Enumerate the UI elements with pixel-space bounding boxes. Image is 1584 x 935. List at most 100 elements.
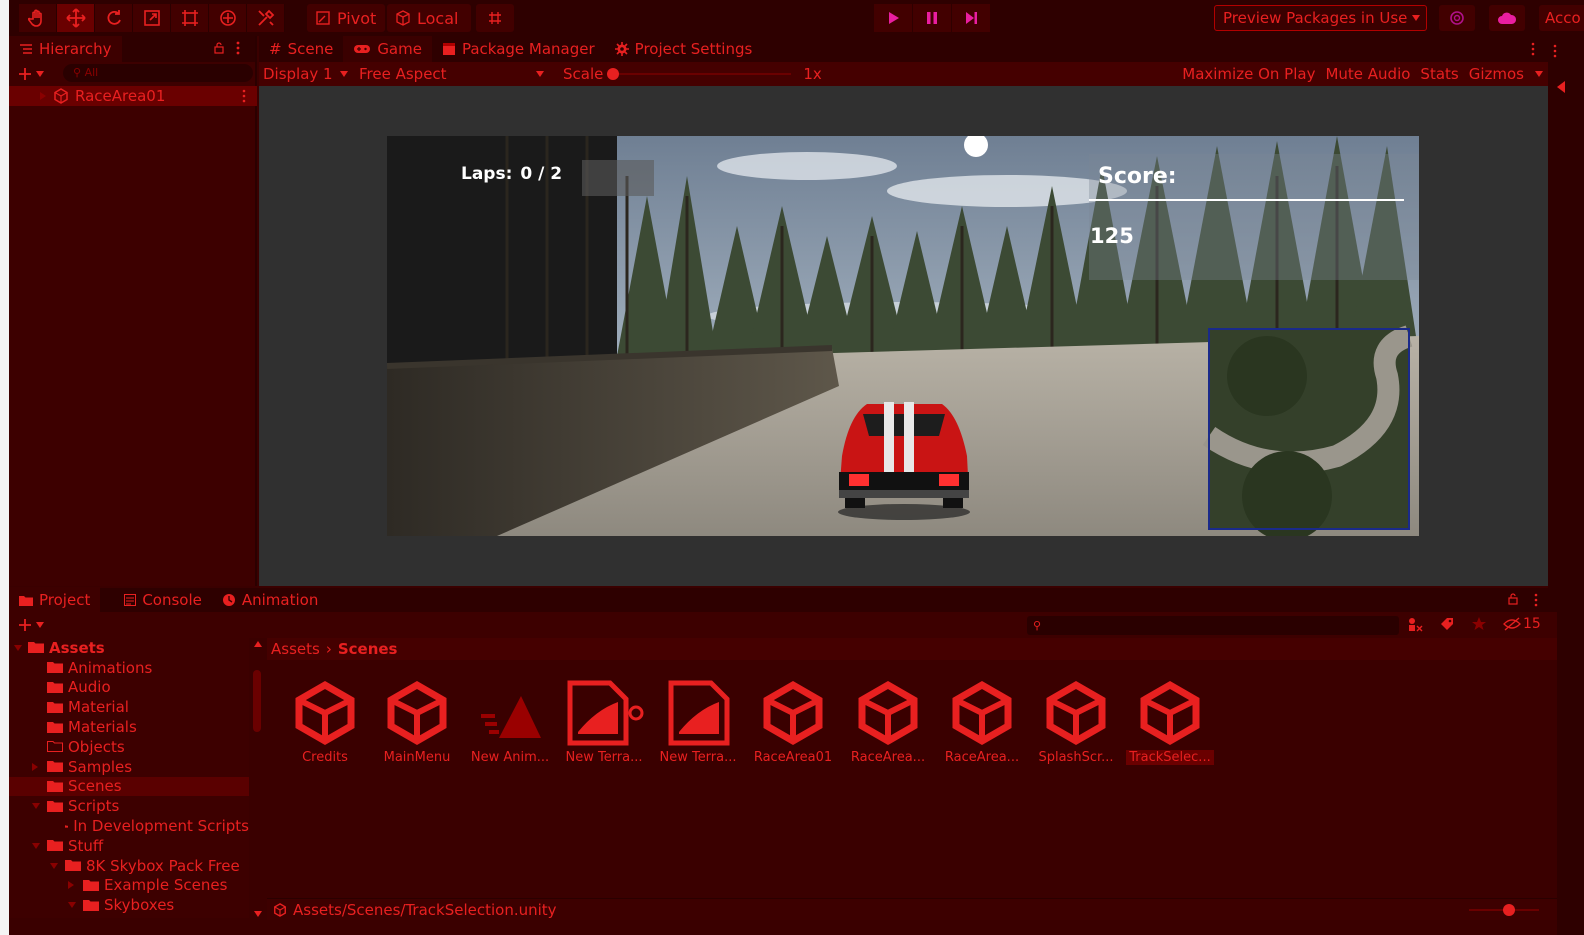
move-tool-button[interactable] bbox=[57, 4, 95, 32]
expand-arrow-icon[interactable] bbox=[31, 842, 41, 850]
tab-project-settings[interactable]: Project Settings bbox=[605, 36, 763, 62]
tree-item-scenes[interactable]: Scenes bbox=[9, 776, 249, 797]
rotate-tool-button[interactable] bbox=[95, 4, 133, 32]
tree-item-scripts[interactable]: Scripts bbox=[9, 796, 249, 816]
chevron-down-icon[interactable] bbox=[1534, 70, 1544, 78]
hierarchy-item-scene[interactable]: RaceArea01 bbox=[9, 86, 257, 106]
tree-item-assets[interactable]: Assets bbox=[9, 638, 249, 658]
pause-button[interactable] bbox=[913, 4, 951, 32]
asset-item[interactable]: RaceArea... bbox=[843, 680, 933, 765]
tree-item-in-development-scripts[interactable]: In Development Scripts bbox=[9, 816, 249, 836]
tree-item-stuff[interactable]: Stuff bbox=[9, 836, 249, 856]
game-view-panel: # Scene Game Package Manager Project Set… bbox=[259, 36, 1548, 586]
game-render[interactable]: Laps: 0 / 2 Score: 125 bbox=[387, 136, 1419, 536]
label-tag-icon[interactable] bbox=[1439, 616, 1455, 632]
account-dropdown[interactable]: Acco bbox=[1539, 5, 1584, 31]
tree-item-8k-skybox-pack[interactable]: 8K Skybox Pack Free bbox=[9, 856, 249, 876]
search-by-type-icon[interactable] bbox=[1407, 616, 1423, 632]
tree-scrollbar[interactable] bbox=[251, 640, 265, 920]
expand-arrow-icon[interactable] bbox=[31, 762, 39, 772]
tree-item-objects[interactable]: Objects bbox=[9, 737, 249, 757]
breadcrumb-assets[interactable]: Assets bbox=[271, 640, 320, 658]
project-search-input[interactable]: ⚲ bbox=[1027, 616, 1399, 635]
asset-item[interactable]: RaceArea01 bbox=[748, 680, 838, 765]
tree-item-example-scenes[interactable]: Example Scenes bbox=[9, 876, 249, 896]
kebab-menu-icon[interactable] bbox=[1552, 44, 1558, 58]
scroll-up-icon[interactable] bbox=[253, 640, 263, 648]
stats-toggle[interactable]: Stats bbox=[1420, 65, 1458, 83]
tab-hierarchy[interactable]: Hierarchy bbox=[9, 36, 122, 62]
play-button[interactable] bbox=[874, 4, 912, 32]
asset-item[interactable]: SplashScr... bbox=[1031, 680, 1121, 765]
hand-tool-button[interactable] bbox=[19, 4, 57, 32]
rect-transform-icon bbox=[181, 10, 198, 26]
expand-arrow-icon[interactable] bbox=[67, 880, 75, 890]
tab-package-manager[interactable]: Package Manager bbox=[432, 36, 605, 62]
tree-item-animations[interactable]: Animations bbox=[9, 658, 249, 678]
custom-tool-button[interactable] bbox=[247, 4, 285, 32]
tree-item-material[interactable]: Material bbox=[9, 697, 249, 717]
expand-arrow-icon[interactable] bbox=[9, 91, 53, 101]
tab-console[interactable]: Console bbox=[114, 587, 212, 613]
folder-icon bbox=[47, 761, 63, 773]
hierarchy-search-input[interactable]: ⚲ All bbox=[63, 64, 253, 82]
collab-button[interactable] bbox=[1439, 5, 1475, 31]
scale-tool-button[interactable] bbox=[133, 4, 171, 32]
asset-item[interactable]: New Anim... bbox=[465, 680, 555, 765]
asset-item-selected[interactable]: TrackSelec... bbox=[1125, 680, 1215, 765]
lock-icon[interactable] bbox=[1507, 593, 1519, 605]
tab-scene[interactable]: # Scene bbox=[259, 36, 343, 62]
kebab-menu-icon[interactable] bbox=[1533, 593, 1539, 607]
expand-arrow-icon[interactable] bbox=[49, 862, 59, 870]
aspect-dropdown[interactable]: Free Aspect bbox=[359, 65, 551, 83]
expand-arrow-icon[interactable] bbox=[67, 901, 77, 909]
slider-thumb[interactable] bbox=[607, 68, 620, 80]
transform-tool-button[interactable] bbox=[209, 4, 247, 32]
slider-thumb[interactable] bbox=[1503, 903, 1515, 916]
star-icon[interactable] bbox=[1471, 616, 1487, 632]
expand-arrow-icon[interactable] bbox=[13, 644, 23, 652]
grid-snap-button[interactable] bbox=[476, 4, 514, 32]
local-toggle[interactable]: Local bbox=[387, 4, 471, 32]
kebab-menu-icon[interactable] bbox=[1530, 42, 1536, 56]
asset-item[interactable]: Credits bbox=[280, 680, 370, 765]
cloud-button[interactable] bbox=[1489, 5, 1525, 31]
tree-item-samples[interactable]: Samples bbox=[9, 757, 249, 777]
tab-project[interactable]: Project bbox=[9, 587, 101, 613]
tab-game[interactable]: Game bbox=[343, 36, 432, 62]
scale-slider[interactable] bbox=[607, 67, 799, 81]
tree-label: Audio bbox=[68, 678, 111, 697]
scale-icon bbox=[143, 10, 160, 26]
pivot-toggle[interactable]: Pivot bbox=[307, 4, 385, 32]
preview-packages-dropdown[interactable]: Preview Packages in Use bbox=[1214, 5, 1427, 31]
asset-item[interactable]: MainMenu bbox=[372, 680, 462, 765]
icon-size-slider[interactable] bbox=[1469, 903, 1539, 917]
lock-icon[interactable] bbox=[213, 42, 225, 54]
asset-label: TrackSelec... bbox=[1126, 750, 1214, 765]
create-button[interactable] bbox=[17, 66, 44, 82]
scroll-down-icon[interactable] bbox=[253, 910, 263, 918]
expand-arrow-icon[interactable] bbox=[31, 802, 41, 810]
maximize-on-play-toggle[interactable]: Maximize On Play bbox=[1182, 65, 1315, 83]
scrollbar-thumb[interactable] bbox=[253, 670, 261, 732]
tree-item-audio[interactable]: Audio bbox=[9, 678, 249, 698]
asset-item[interactable]: New Terra... bbox=[653, 680, 743, 765]
hidden-packages-toggle[interactable]: 15 bbox=[1503, 616, 1541, 632]
gizmos-toggle[interactable]: Gizmos bbox=[1469, 65, 1524, 83]
tab-animation[interactable]: Animation bbox=[212, 587, 328, 613]
kebab-menu-icon[interactable] bbox=[235, 41, 241, 55]
tree-item-skyboxes[interactable]: Skyboxes bbox=[9, 895, 249, 915]
step-button[interactable] bbox=[952, 4, 990, 32]
tree-item-materials[interactable]: Materials bbox=[9, 717, 249, 737]
panel-arrow-icon[interactable] bbox=[1556, 80, 1566, 94]
asset-item[interactable]: New Terra... bbox=[559, 680, 649, 765]
create-asset-button[interactable] bbox=[17, 617, 44, 633]
preview-packages-label: Preview Packages in Use bbox=[1223, 9, 1408, 27]
asset-item[interactable]: RaceArea... bbox=[937, 680, 1027, 765]
mute-audio-toggle[interactable]: Mute Audio bbox=[1325, 65, 1410, 83]
breadcrumb-scenes[interactable]: Scenes bbox=[338, 640, 398, 658]
rect-tool-button[interactable] bbox=[171, 4, 209, 32]
project-tabbar: Project Console Animation bbox=[9, 587, 1557, 613]
kebab-menu-icon[interactable] bbox=[241, 89, 247, 103]
unity-scene-icon bbox=[952, 680, 1012, 746]
